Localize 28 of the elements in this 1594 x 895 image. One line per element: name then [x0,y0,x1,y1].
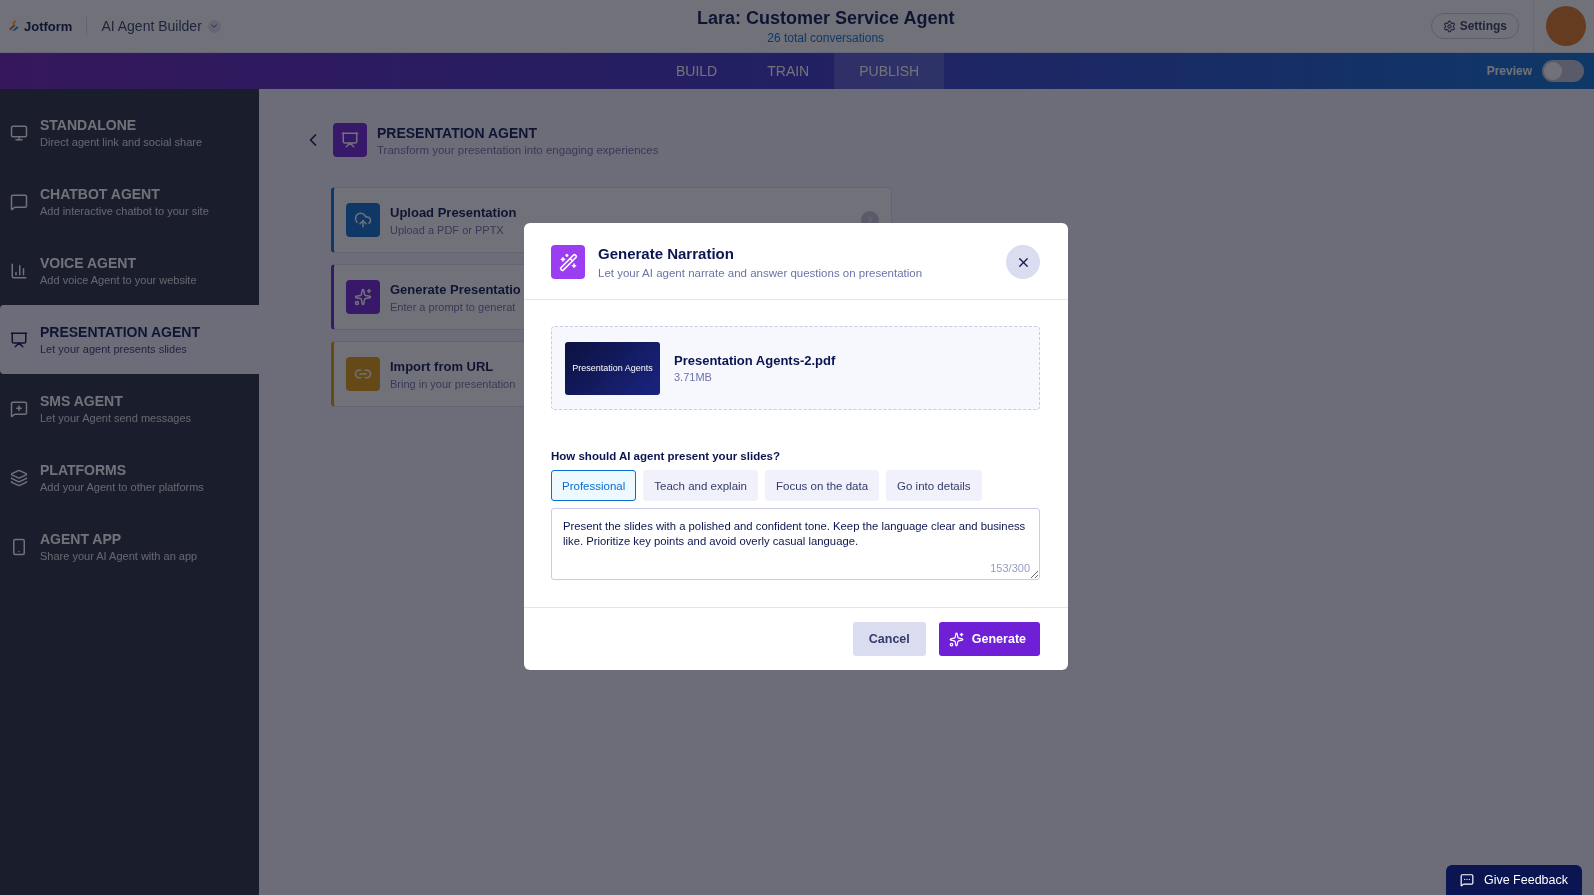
agent-name: Lara: Customer Service Agent [697,7,955,29]
sidebar-item-subtitle: Share your AI Agent with an app [40,550,198,562]
sidebar-item-subtitle: Direct agent link and social share [40,136,203,148]
sidebar-item-subtitle: Add interactive chatbot to your site [40,205,209,217]
sidebar-item-subtitle: Let your Agent send messages [40,412,192,424]
sidebar-item-title: PRESENTATION AGENT [40,324,200,340]
sidebar-item-subtitle: Add voice Agent to your website [40,274,197,286]
option-title: Generate Presentatio [390,281,521,297]
file-size: 3.71MB [674,371,713,383]
modal-subtitle: Let your AI agent narrate and answer questions on presentation [598,267,923,279]
sidebar-item-title: VOICE AGENT [40,255,137,271]
preview-label: Preview [1486,64,1532,78]
sidebar-item-subtitle: Let your agent presents slides [40,343,188,355]
sidebar-item-title: CHATBOT AGENT [40,186,161,202]
sidebar-item-subtitle: Add your Agent to other platforms [40,481,204,493]
sidebar-item-title: PLATFORMS [40,462,128,478]
section-title: PRESENTATION AGENT [377,124,538,141]
sidebar-item-title: AGENT APP [40,531,123,547]
logo-text: Jotform [24,18,73,34]
sidebar-item-title: STANDALONE [40,117,138,133]
question-label: How should AI agent present your slides? [551,450,781,462]
option-subtitle: Upload a PDF or PPTX [390,223,505,236]
sidebar-item-title: SMS AGENT [40,393,124,409]
file-name: Presentation Agents-2.pdf [674,353,836,368]
character-counter: 153/300 [990,562,1030,574]
option-title: Upload Presentation [390,204,517,220]
option-title: Import from URL [390,358,495,374]
thumbnail-title: Presentation Agents [572,363,653,373]
